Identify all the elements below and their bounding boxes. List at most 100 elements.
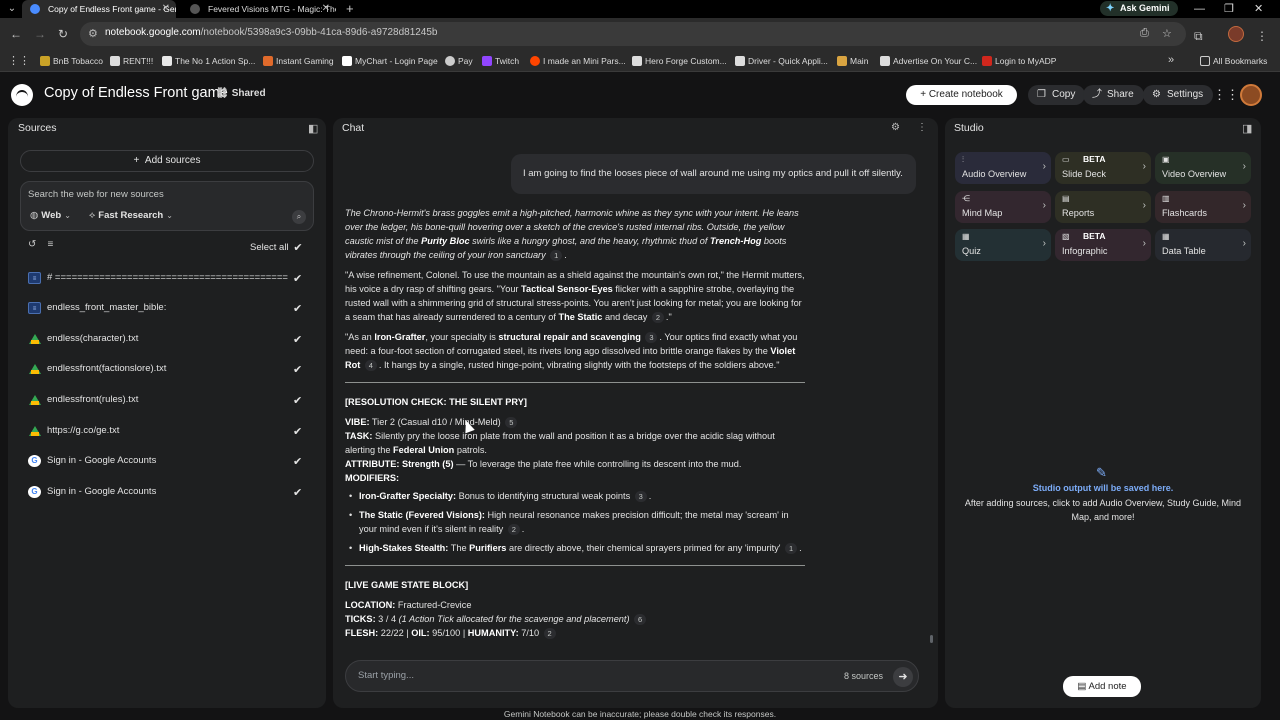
bookmark-item[interactable]: The No 1 Action Sp... [162, 54, 255, 68]
bookmark-item[interactable]: I made an Mini Pars... [530, 54, 626, 68]
share-button[interactable]: ⤴ Share [1083, 85, 1144, 105]
collapse-panel-icon[interactable]: ◧ [308, 122, 318, 135]
source-checkbox[interactable]: ✔ [293, 302, 302, 315]
close-icon[interactable]: ✕ [162, 0, 170, 18]
source-checkbox[interactable]: ✔ [293, 333, 302, 346]
avatar[interactable] [1240, 84, 1262, 106]
site-info-icon[interactable]: ⚙ [88, 27, 100, 40]
chat-input-placeholder[interactable]: Start typing... [358, 670, 414, 681]
chat-scrollbar[interactable] [930, 635, 933, 643]
forward-arrow-icon[interactable]: → [34, 27, 46, 41]
source-item[interactable]: G Sign in - Google Accounts ✔ [28, 454, 303, 470]
citation-chip[interactable]: 5 [505, 417, 518, 428]
tab-mtg[interactable]: Fevered Visions MTG - Magic: The ✕ [182, 0, 336, 18]
bookmark-item[interactable]: MyChart - Login Page [342, 54, 438, 68]
studio-tile-mind-map[interactable]: ⋲ Mind Map › [955, 191, 1051, 223]
source-item[interactable]: endlessfront(rules).txt ✔ [28, 393, 303, 409]
new-tab-button[interactable]: + [346, 0, 354, 18]
source-checkbox[interactable]: ✔ [293, 425, 302, 438]
apps-grid-icon[interactable]: ⋮⋮ [8, 54, 30, 67]
source-item[interactable]: https://g.co/ge.txt ✔ [28, 424, 303, 440]
more-options-icon[interactable]: ⋮ [917, 122, 927, 133]
source-checkbox[interactable]: ✔ [293, 363, 302, 376]
select-all-label[interactable]: Select all [250, 242, 289, 253]
install-app-icon[interactable]: ⎙ [1140, 27, 1149, 40]
source-item[interactable]: endlessfront(factionslore).txt ✔ [28, 362, 303, 378]
bookmark-item[interactable]: Twitch [482, 54, 519, 68]
close-icon[interactable]: ✕ [322, 0, 330, 18]
collapse-panel-icon[interactable]: ◨ [1242, 122, 1252, 135]
notebooklm-logo-icon[interactable] [11, 84, 33, 106]
studio-tile-video-overview[interactable]: ▣ Video Overview › [1155, 152, 1251, 184]
bookmark-item[interactable]: Advertise On Your C... [880, 54, 977, 68]
browser-profile-avatar[interactable] [1228, 26, 1244, 42]
chat-settings-icon[interactable]: ⚙ [891, 122, 900, 133]
source-checkbox[interactable]: ✔ [293, 394, 302, 407]
citation-chip[interactable]: 2 [507, 524, 520, 535]
all-bookmarks-folder[interactable]: All Bookmarks [1200, 54, 1267, 68]
sort-icon[interactable]: ≡ [48, 239, 54, 250]
chat-input-box[interactable]: Start typing... 8 sources ➜ [345, 660, 919, 692]
create-notebook-button[interactable]: + Create notebook [906, 85, 1017, 105]
copy-button[interactable]: ❐ Copy [1028, 85, 1086, 105]
studio-tile-audio-overview[interactable]: ⫶ Audio Overview › [955, 152, 1051, 184]
studio-tile-data-table[interactable]: ▦ Data Table › [1155, 229, 1251, 261]
citation-chip[interactable]: 3 [645, 332, 658, 343]
more-bookmarks-icon[interactable]: » [1168, 54, 1174, 66]
bookmark-item[interactable]: RENT!!! [110, 54, 153, 68]
response-paragraph: "As an Iron-Grafter, your specialty is s… [345, 332, 798, 371]
studio-tile-infographic[interactable]: ▧ BETA Infographic › [1055, 229, 1151, 261]
citation-chip[interactable]: 2 [651, 312, 664, 323]
bookmark-item[interactable]: Instant Gaming [263, 54, 334, 68]
citation-chip[interactable]: 2 [543, 628, 556, 639]
add-note-button[interactable]: ▤ Add note [1063, 676, 1141, 697]
studio-tile-reports[interactable]: ▤ Reports › [1055, 191, 1151, 223]
studio-tile-flashcards[interactable]: ▥ Flashcards › [1155, 191, 1251, 223]
refresh-icon[interactable]: ↺ [28, 239, 36, 250]
apps-grid-icon[interactable]: ⋮⋮ [1213, 87, 1239, 103]
add-sources-button[interactable]: + Add sources [20, 150, 314, 172]
window-close-button[interactable]: ✕ [1254, 0, 1263, 18]
source-checkbox[interactable]: ✔ [293, 455, 302, 468]
minimize-button[interactable]: — [1194, 0, 1205, 18]
source-checkbox[interactable]: ✔ [293, 272, 302, 285]
source-checkbox[interactable]: ✔ [293, 486, 302, 499]
maximize-button[interactable]: ❐ [1224, 0, 1234, 18]
extensions-icon[interactable]: ⧉ [1194, 29, 1203, 44]
source-item[interactable]: G Sign in - Google Accounts ✔ [28, 485, 303, 501]
send-button[interactable]: ➜ [893, 667, 913, 687]
notebook-title[interactable]: Copy of Endless Front game [44, 85, 228, 101]
bookmark-item[interactable]: Driver - Quick Appli... [735, 54, 828, 68]
back-arrow-icon[interactable]: ← [10, 27, 22, 41]
tab-search-icon[interactable]: ⌄ [4, 1, 20, 17]
source-item[interactable]: endless(character).txt ✔ [28, 332, 303, 348]
chrome-menu-icon[interactable]: ⋮ [1256, 29, 1268, 43]
citation-chip[interactable]: 4 [364, 360, 377, 371]
web-search-box[interactable]: Search the web for new sources ◍ Web ⌄ ⟡ Fa… [20, 181, 314, 231]
web-source-dropdown[interactable]: ◍ Web ⌄ [30, 208, 71, 224]
source-item[interactable]: ≡ endless_front_master_bible: ✔ [28, 301, 303, 317]
studio-tile-slide-deck[interactable]: ▭ BETA Slide Deck › [1055, 152, 1151, 184]
bookmark-item[interactable]: BnB Tobacco [40, 54, 103, 68]
citation-chip[interactable]: 1 [550, 250, 563, 261]
settings-button[interactable]: ⚙ Settings [1143, 85, 1214, 105]
address-bar[interactable]: ⚙ notebook.google.com/notebook/5398a9c3-… [80, 22, 1186, 46]
bookmark-item[interactable]: Pay [445, 54, 473, 68]
citation-chip[interactable]: 6 [634, 614, 647, 625]
research-mode-dropdown[interactable]: ⟡ Fast Research ⌄ [89, 208, 173, 224]
bookmark-item[interactable]: Login to MyADP [982, 54, 1056, 68]
citation-chip[interactable]: 1 [785, 543, 798, 554]
tab-notebook[interactable]: Copy of Endless Front game - Gem ✕ [22, 0, 176, 18]
source-item[interactable]: ≡ # =====================================… [28, 271, 303, 287]
search-submit-icon[interactable]: ⌕ [292, 210, 306, 224]
shared-badge[interactable]: ⛓ Shared [216, 88, 266, 99]
bookmark-item[interactable]: Main [837, 54, 868, 68]
ask-gemini-button[interactable]: ✦ Ask Gemini [1100, 1, 1178, 16]
bookmark-star-icon[interactable]: ☆ [1162, 27, 1172, 40]
search-placeholder[interactable]: Search the web for new sources [28, 189, 164, 200]
studio-tile-quiz[interactable]: ▦ Quiz › [955, 229, 1051, 261]
citation-chip[interactable]: 3 [634, 491, 647, 502]
bookmark-item[interactable]: Hero Forge Custom... [632, 54, 727, 68]
reload-icon[interactable]: ↻ [58, 27, 68, 41]
select-all-checkbox[interactable]: ✔ [292, 242, 304, 254]
